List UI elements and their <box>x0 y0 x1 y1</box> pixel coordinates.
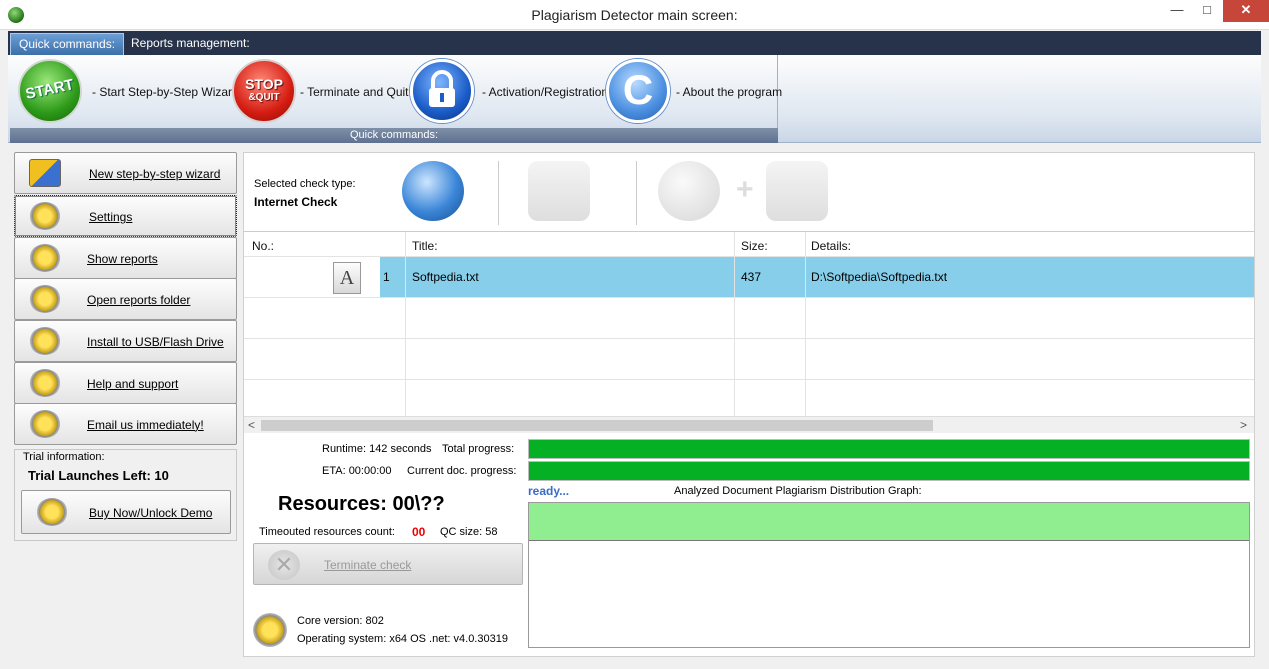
horizontal-scrollbar[interactable]: < > <box>244 416 1254 433</box>
combined-check-database-icon[interactable] <box>766 161 828 221</box>
maximize-button[interactable]: □ <box>1192 0 1222 22</box>
database-check-icon[interactable] <box>528 161 590 221</box>
start-wizard-button[interactable]: START - Start Step-by-Step Wizard <box>18 59 239 123</box>
trial-info-label: Trial information: <box>23 451 105 463</box>
ribbon-group-label: Quick commands: <box>10 128 778 143</box>
gear-usb-icon <box>29 327 61 355</box>
ribbon-panel: START - Start Step-by-Step Wizard STOP &… <box>8 55 1261 143</box>
core-gear-icon <box>253 613 287 647</box>
column-header-size[interactable]: Size: <box>741 239 768 253</box>
total-progress-label: Total progress: <box>442 443 515 455</box>
terminate-quit-label: - Terminate and Quit <box>300 85 409 99</box>
internet-check-icon[interactable] <box>402 161 464 221</box>
lifebuoy-email-icon <box>29 410 61 438</box>
activation-label: - Activation/Registration <box>482 85 609 99</box>
about-button[interactable]: C - About the program <box>606 59 782 123</box>
tab-quick-commands[interactable]: Quick commands: <box>10 33 125 55</box>
terminate-check-button[interactable]: ✕ Terminate check <box>253 543 523 585</box>
copyright-icon: C <box>606 59 670 123</box>
scroll-right-icon[interactable]: > <box>1240 418 1247 432</box>
quick-commands-group: START - Start Step-by-Step Wizard STOP &… <box>10 55 782 143</box>
gear-report-icon <box>29 244 61 272</box>
combined-check-internet-icon[interactable] <box>658 161 720 221</box>
sidebar: New step-by-step wizard Settings Show re… <box>14 152 237 445</box>
title-bar: Plagiarism Detector main screen: — □ ✕ <box>0 0 1269 30</box>
timeout-count-value: 00 <box>412 525 426 539</box>
activation-button[interactable]: - Activation/Registration <box>410 59 608 123</box>
gear-folder-icon <box>29 285 61 313</box>
cell-details: D:\Softpedia\Softpedia.txt <box>811 270 948 284</box>
graph-title: Analyzed Document Plagiarism Distributio… <box>674 485 922 497</box>
scrollbar-thumb[interactable] <box>261 420 933 431</box>
terminate-icon: ✕ <box>268 550 300 580</box>
column-header-details[interactable]: Details: <box>811 239 851 253</box>
plus-icon: + <box>736 173 754 206</box>
status-text: ready... <box>528 484 570 498</box>
sidebar-item-install-usb[interactable]: Install to USB/Flash Drive <box>14 320 237 362</box>
file-table: No.: Title: Size: Details: A 1 Softpedia… <box>244 231 1254 435</box>
check-type-value: Internet Check <box>254 195 338 209</box>
lifebuoy-icon <box>29 369 61 397</box>
sidebar-item-settings[interactable]: Settings <box>14 195 237 237</box>
runtime-text: Runtime: 142 seconds <box>322 443 432 455</box>
sidebar-item-open-reports-folder[interactable]: Open reports folder <box>14 278 237 320</box>
window-title: Plagiarism Detector main screen: <box>531 7 738 23</box>
eta-text: ETA: 00:00:00 <box>322 465 392 477</box>
main-panel: Selected check type: Internet Check + No… <box>243 152 1255 657</box>
tab-reports-management[interactable]: Reports management: <box>123 33 258 55</box>
total-progress-bar <box>528 439 1250 459</box>
scroll-left-icon[interactable]: < <box>248 418 255 432</box>
divider <box>498 161 499 225</box>
credit-card-icon <box>36 498 68 526</box>
trial-info-panel: Trial information: Trial Launches Left: … <box>14 449 237 541</box>
buy-unlock-button[interactable]: Buy Now/Unlock Demo <box>21 490 231 534</box>
column-header-no[interactable]: No.: <box>252 239 274 253</box>
core-version-text: Core version: 802 <box>297 615 384 627</box>
divider <box>636 161 637 225</box>
sidebar-item-new-wizard[interactable]: New step-by-step wizard <box>14 152 237 194</box>
current-progress-label: Current doc. progress: <box>407 465 517 477</box>
close-button[interactable]: ✕ <box>1223 0 1269 22</box>
sidebar-item-help-support[interactable]: Help and support <box>14 362 237 404</box>
gear-tools-icon <box>29 202 61 230</box>
os-version-text: Operating system: x64 OS .net: v4.0.3031… <box>297 633 508 645</box>
cell-size: 437 <box>741 270 762 284</box>
cell-no: 1 <box>383 270 390 284</box>
minimize-button[interactable]: — <box>1162 0 1192 22</box>
total-progress-fill <box>529 440 1249 458</box>
current-doc-progress-fill <box>529 462 1249 480</box>
start-button-icon: START <box>18 59 82 123</box>
ribbon-tab-strip: Quick commands: Reports management: <box>8 31 1261 55</box>
plagiarism-distribution-graph <box>528 502 1250 648</box>
text-document-icon: A <box>333 262 361 294</box>
timeout-count-label: Timeouted resources count: <box>259 526 395 538</box>
start-wizard-label: - Start Step-by-Step Wizard <box>92 85 239 99</box>
cell-title: Softpedia.txt <box>412 270 479 284</box>
check-type-label: Selected check type: <box>254 178 356 190</box>
graph-original-band <box>529 503 1249 541</box>
wizard-icon <box>29 159 61 187</box>
about-label: - About the program <box>676 85 783 99</box>
sidebar-item-show-reports[interactable]: Show reports <box>14 237 237 279</box>
padlock-icon <box>410 59 474 123</box>
qc-size-text: QC size: 58 <box>440 526 498 538</box>
stop-quit-icon: STOP &QUIT <box>232 59 296 123</box>
current-doc-progress-bar <box>528 461 1250 481</box>
column-header-title[interactable]: Title: <box>412 239 438 253</box>
resources-title: Resources: 00\?? <box>278 493 445 515</box>
terminate-quit-button[interactable]: STOP &QUIT - Terminate and Quit <box>232 59 412 123</box>
trial-launches-left: Trial Launches Left: 10 <box>28 468 169 483</box>
sidebar-item-email-us[interactable]: Email us immediately! <box>14 403 237 445</box>
